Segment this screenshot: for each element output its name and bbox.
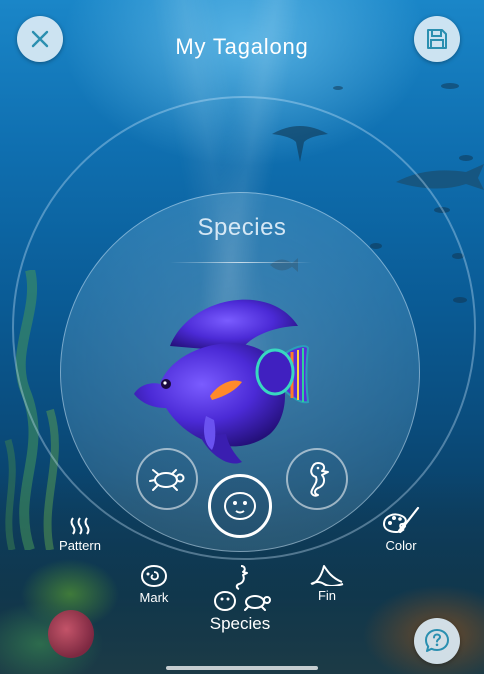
turtle-icon (149, 469, 185, 491)
species-icon (213, 565, 271, 612)
fish-preview[interactable] (130, 286, 312, 472)
category-color-label: Color (385, 538, 417, 553)
category-pattern-label: Pattern (59, 538, 101, 553)
species-option-fish[interactable] (208, 474, 272, 538)
species-option-seahorse[interactable] (286, 448, 348, 510)
fin-icon (310, 565, 344, 586)
red-coral (48, 610, 94, 658)
category-color[interactable]: Color (356, 504, 446, 553)
category-pattern[interactable]: Pattern (35, 516, 125, 553)
category-species[interactable]: Species (195, 564, 285, 634)
save-icon (427, 29, 447, 49)
save-button[interactable] (414, 16, 460, 62)
category-fin[interactable]: Fin (282, 564, 372, 603)
selector-heading: Species (197, 214, 287, 241)
category-mark-label: Mark (139, 590, 169, 605)
page-title: My Tagalong (175, 34, 309, 59)
category-species-label: Species (209, 614, 271, 633)
help-icon (425, 629, 449, 652)
palette-icon (382, 506, 420, 533)
mark-icon (141, 564, 167, 588)
species-option-turtle[interactable] (136, 448, 198, 510)
fish-face-icon (223, 491, 257, 521)
help-button[interactable] (414, 618, 460, 664)
home-indicator (166, 666, 318, 670)
heading-divider (170, 262, 312, 263)
category-fin-label: Fin (317, 588, 337, 603)
seahorse-icon (310, 462, 329, 497)
pattern-icon (70, 517, 90, 535)
category-mark[interactable]: Mark (109, 564, 199, 605)
